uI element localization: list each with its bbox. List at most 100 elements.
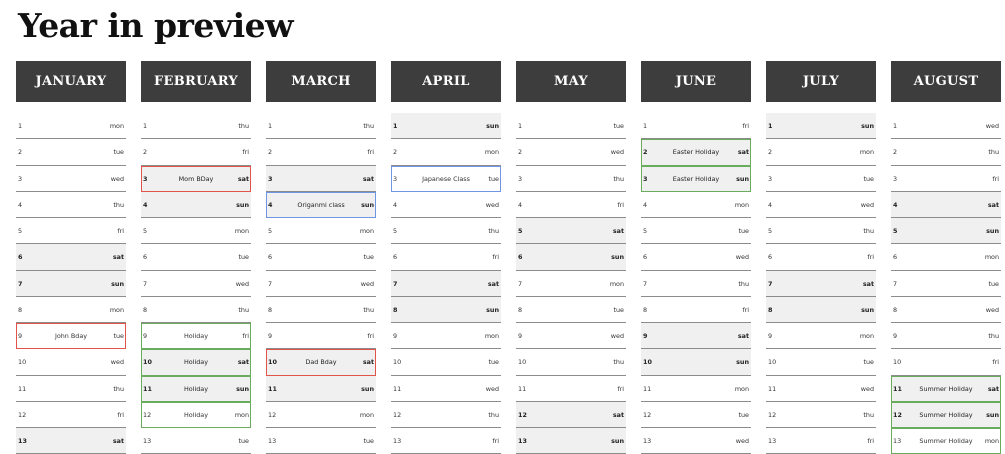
day-row[interactable]: 9 sat bbox=[641, 323, 751, 350]
day-row[interactable]: 2 fri bbox=[141, 139, 251, 166]
day-row[interactable]: 10 fri bbox=[891, 349, 1001, 376]
day-row[interactable]: 8 tue bbox=[516, 297, 626, 323]
day-row[interactable]: 1 thu bbox=[266, 113, 376, 140]
day-row[interactable]: 3 sat bbox=[266, 165, 376, 192]
event-day-row[interactable]: 10 Holiday sat bbox=[141, 349, 251, 376]
day-row[interactable]: 2 thu bbox=[891, 139, 1001, 166]
day-row[interactable]: 3 thu bbox=[516, 166, 626, 192]
day-row[interactable]: 11 mon bbox=[641, 376, 751, 402]
day-row[interactable]: 4 wed bbox=[391, 192, 501, 218]
day-row[interactable]: 5 thu bbox=[391, 218, 501, 245]
event-day-row[interactable]: 11 Summer Holiday sat bbox=[891, 375, 1001, 402]
day-row[interactable]: 6 tue bbox=[141, 244, 251, 271]
day-row[interactable]: 5 fri bbox=[16, 218, 126, 245]
day-row[interactable]: 12 thu bbox=[766, 402, 876, 428]
day-row[interactable]: 2 mon bbox=[766, 139, 876, 166]
day-row[interactable]: 1 sun bbox=[391, 113, 501, 140]
day-row[interactable]: 1 sun bbox=[766, 113, 876, 140]
day-row[interactable]: 9 wed bbox=[516, 323, 626, 350]
day-row[interactable]: 10 sun bbox=[641, 349, 751, 376]
day-row[interactable]: 3 wed bbox=[16, 166, 126, 192]
day-row[interactable]: 13 sat bbox=[16, 428, 126, 454]
day-row[interactable]: 13 tue bbox=[141, 428, 251, 454]
day-row[interactable]: 6 fri bbox=[766, 244, 876, 271]
day-row[interactable]: 12 sat bbox=[516, 401, 626, 428]
day-row[interactable]: 12 fri bbox=[16, 402, 126, 428]
event-day-row[interactable]: 9 John Bday tue bbox=[16, 323, 126, 350]
day-row[interactable]: 4 fri bbox=[516, 192, 626, 218]
day-row[interactable]: 3 fri bbox=[891, 166, 1001, 192]
day-row[interactable]: 7 wed bbox=[141, 271, 251, 297]
day-row[interactable]: 8 sun bbox=[766, 296, 876, 323]
day-row[interactable]: 8 sun bbox=[391, 296, 501, 323]
day-row[interactable]: 3 tue bbox=[766, 166, 876, 192]
day-row[interactable]: 6 tue bbox=[266, 244, 376, 271]
day-row[interactable]: 13 fri bbox=[391, 428, 501, 454]
day-row[interactable]: 10 tue bbox=[766, 349, 876, 376]
day-row[interactable]: 10 tue bbox=[391, 349, 501, 376]
day-row[interactable]: 8 thu bbox=[141, 297, 251, 323]
day-row[interactable]: 13 wed bbox=[641, 428, 751, 454]
day-row[interactable]: 6 fri bbox=[391, 244, 501, 271]
day-row[interactable]: 11 wed bbox=[766, 376, 876, 402]
day-row[interactable]: 4 sat bbox=[891, 191, 1001, 218]
day-row[interactable]: 7 tue bbox=[891, 271, 1001, 297]
day-row[interactable]: 1 thu bbox=[141, 113, 251, 140]
day-row[interactable]: 13 sun bbox=[516, 428, 626, 454]
day-row[interactable]: 5 sun bbox=[891, 218, 1001, 245]
day-row[interactable]: 2 tue bbox=[16, 139, 126, 166]
day-row[interactable]: 8 wed bbox=[891, 297, 1001, 323]
day-row[interactable]: 1 fri bbox=[641, 113, 751, 140]
day-row[interactable]: 12 thu bbox=[391, 402, 501, 428]
day-row[interactable]: 1 wed bbox=[891, 113, 1001, 140]
day-row[interactable]: 7 sun bbox=[16, 270, 126, 297]
day-row[interactable]: 5 mon bbox=[141, 218, 251, 245]
day-row[interactable]: 11 fri bbox=[516, 376, 626, 402]
event-day-row[interactable]: 3 Japanese Class tue bbox=[391, 165, 501, 192]
event-day-row[interactable]: 13 Summer Holiday mon bbox=[891, 428, 1001, 454]
day-row[interactable]: 5 tue bbox=[641, 218, 751, 245]
day-row[interactable]: 6 sat bbox=[16, 244, 126, 271]
day-row[interactable]: 2 fri bbox=[266, 139, 376, 166]
day-row[interactable]: 4 mon bbox=[641, 192, 751, 218]
day-row[interactable]: 5 sat bbox=[516, 218, 626, 245]
event-day-row[interactable]: 4 Origanmi class sun bbox=[266, 191, 376, 218]
day-row[interactable]: 11 wed bbox=[391, 376, 501, 402]
day-row[interactable]: 6 wed bbox=[641, 244, 751, 271]
day-row[interactable]: 2 wed bbox=[516, 139, 626, 166]
event-day-row[interactable]: 2 Easter Holiday sat bbox=[641, 139, 751, 166]
event-day-row[interactable]: 12 Holiday mon bbox=[141, 401, 251, 428]
event-day-row[interactable]: 11 Holiday sun bbox=[141, 375, 251, 402]
day-row[interactable]: 5 mon bbox=[266, 218, 376, 245]
day-row[interactable]: 9 fri bbox=[266, 323, 376, 350]
day-row[interactable]: 7 wed bbox=[266, 271, 376, 297]
day-row[interactable]: 10 thu bbox=[516, 349, 626, 376]
day-row[interactable]: 8 mon bbox=[16, 297, 126, 323]
day-row[interactable]: 7 sat bbox=[391, 270, 501, 297]
day-row[interactable]: 8 thu bbox=[266, 297, 376, 323]
day-row[interactable]: 11 thu bbox=[16, 376, 126, 402]
event-day-row[interactable]: 3 Easter Holiday sun bbox=[641, 165, 751, 192]
day-row[interactable]: 4 thu bbox=[16, 192, 126, 218]
day-row[interactable]: 7 thu bbox=[641, 271, 751, 297]
day-row[interactable]: 5 thu bbox=[766, 218, 876, 245]
day-row[interactable]: 12 tue bbox=[641, 402, 751, 428]
day-row[interactable]: 9 mon bbox=[391, 323, 501, 350]
day-row[interactable]: 11 sun bbox=[266, 375, 376, 402]
event-day-row[interactable]: 3 Mom BDay sat bbox=[141, 165, 251, 192]
day-row[interactable]: 13 tue bbox=[266, 428, 376, 454]
day-row[interactable]: 6 mon bbox=[891, 244, 1001, 271]
event-day-row[interactable]: 12 Summer Holiday sun bbox=[891, 401, 1001, 428]
day-row[interactable]: 10 wed bbox=[16, 349, 126, 376]
day-row[interactable]: 4 wed bbox=[766, 192, 876, 218]
day-row[interactable]: 1 mon bbox=[16, 113, 126, 140]
day-row[interactable]: 12 mon bbox=[266, 402, 376, 428]
event-day-row[interactable]: 9 Holiday fri bbox=[141, 323, 251, 350]
event-day-row[interactable]: 10 Dad Bday sat bbox=[266, 349, 376, 376]
day-row[interactable]: 8 fri bbox=[641, 297, 751, 323]
day-row[interactable]: 13 fri bbox=[766, 428, 876, 454]
day-row[interactable]: 6 sun bbox=[516, 244, 626, 271]
day-row[interactable]: 2 mon bbox=[391, 139, 501, 166]
day-row[interactable]: 7 sat bbox=[766, 270, 876, 297]
day-row[interactable]: 9 mon bbox=[766, 323, 876, 350]
